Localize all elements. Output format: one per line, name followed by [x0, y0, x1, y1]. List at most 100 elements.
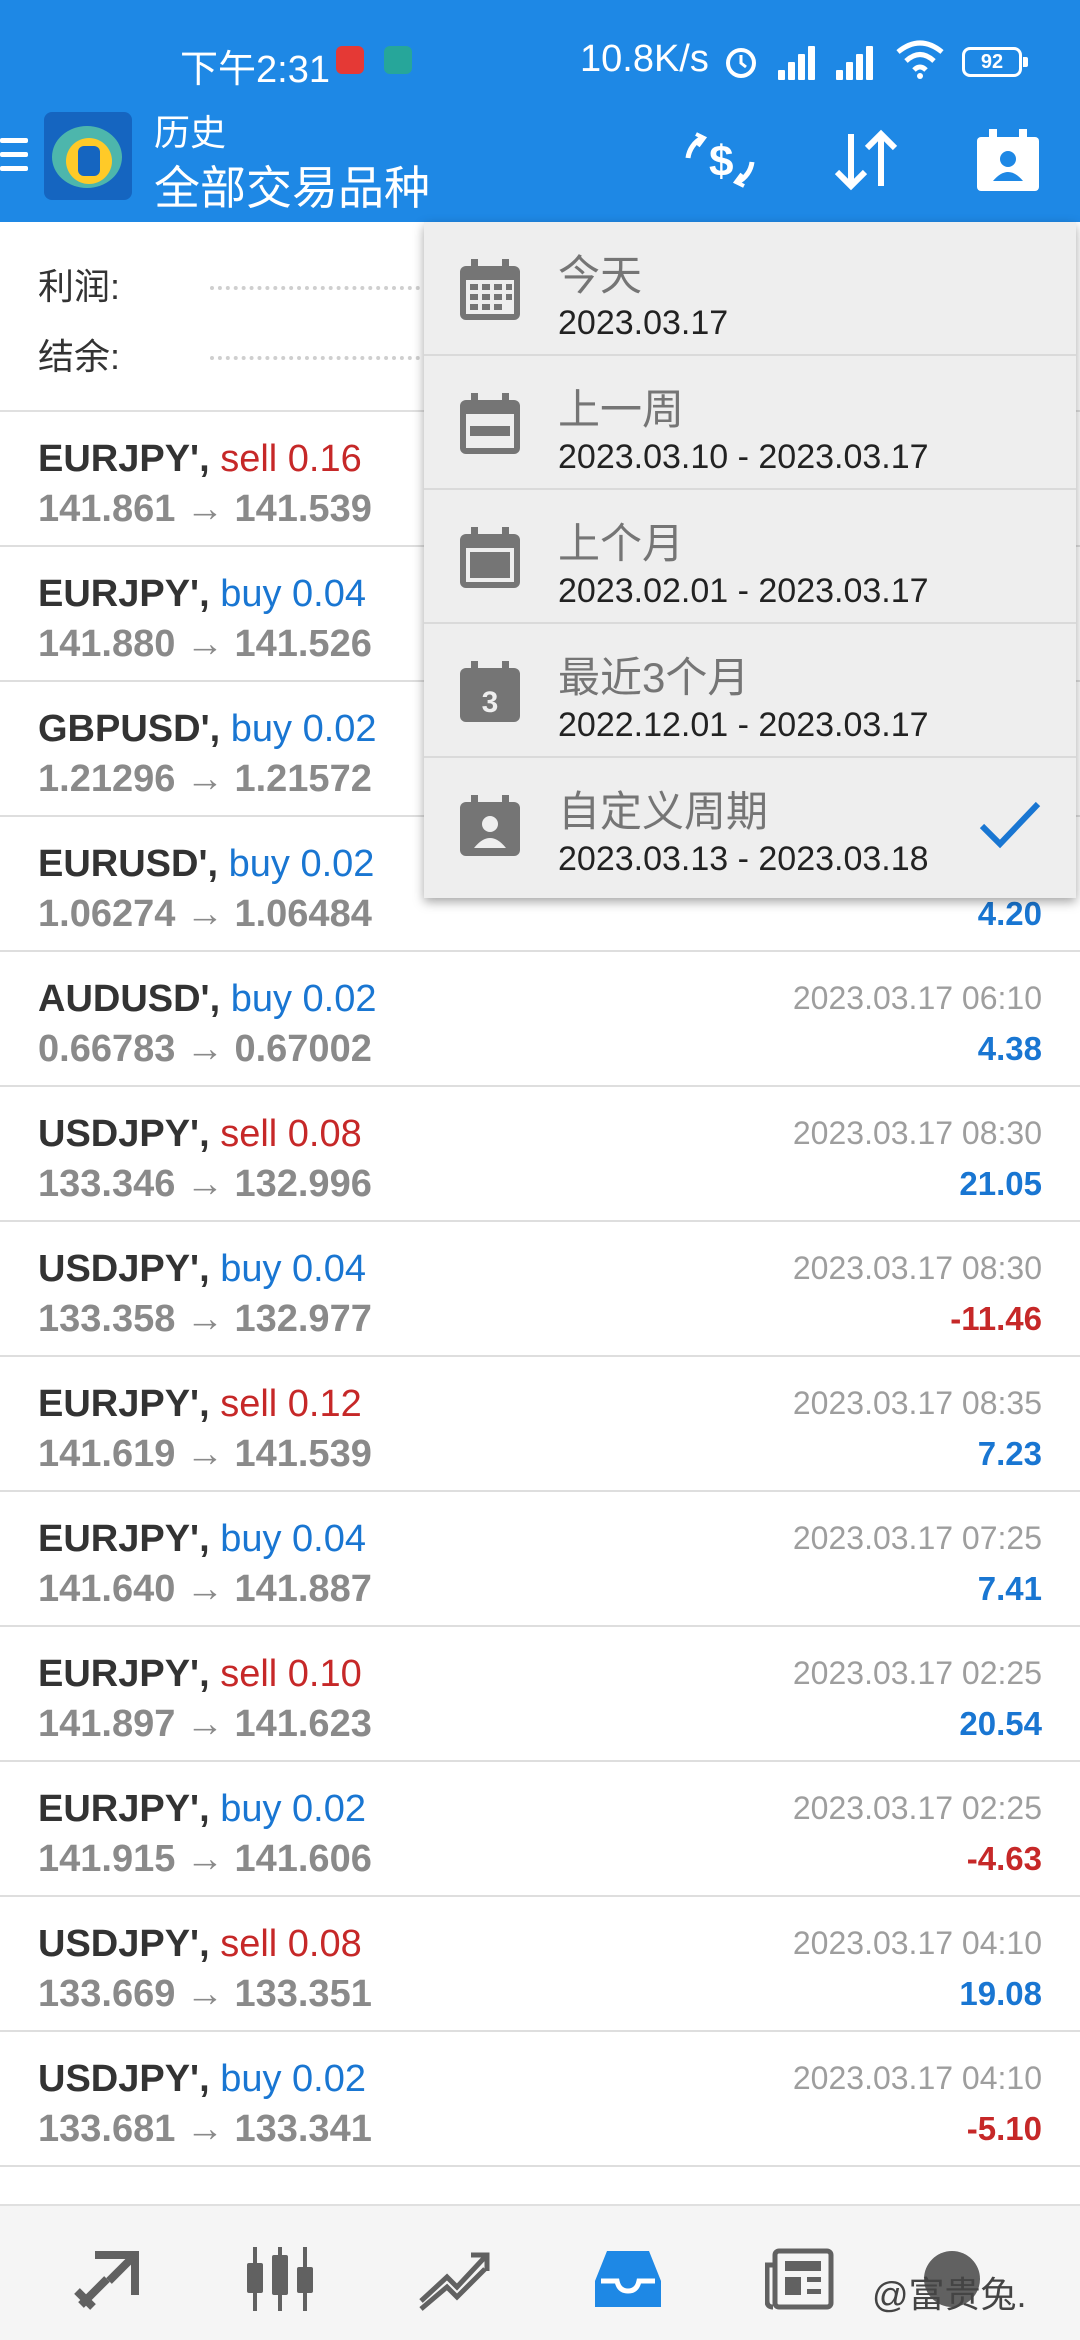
- period-label: 自定义周期: [558, 788, 769, 835]
- balance-value-placeholder: [210, 356, 420, 360]
- deal-profit: 20.54: [959, 1705, 1042, 1742]
- deal-row[interactable]: EURJPY', buy 0.02 141.915 → 141.606 2023.0…: [0, 1762, 1080, 1897]
- chart-icon: [247, 2247, 313, 2311]
- deal-row[interactable]: USDJPY', sell 0.08 133.669 → 133.351 2023.…: [0, 1897, 1080, 2032]
- header-title[interactable]: 全部交易品种: [154, 152, 430, 218]
- deal-side-volume: sell 0.10: [220, 1653, 362, 1695]
- deal-row[interactable]: EURJPY', buy 0.04 141.640 → 141.887 2023.0…: [0, 1492, 1080, 1627]
- deal-side-volume: buy 0.04: [220, 1518, 367, 1560]
- symbol-name: USDJPY': [38, 2058, 200, 2100]
- symbol-name: USDJPY': [38, 1923, 200, 1965]
- deal-side-volume: sell 0.08: [220, 1113, 362, 1155]
- deal-row[interactable]: USDJPY', sell 0.08 133.346 → 132.996 2023.…: [0, 1087, 1080, 1222]
- period-item-custom[interactable]: 自定义周期 2023.03.13 - 2023.03.18: [424, 758, 1076, 892]
- svg-text:$: $: [709, 137, 733, 186]
- deal-time: 2023.03.17 04:10: [792, 1925, 1042, 1961]
- period-item-last-month[interactable]: 上个月 2023.02.01 - 2023.03.17: [424, 490, 1076, 624]
- deal-prices: 141.915 → 141.606: [38, 1838, 372, 1880]
- deal-symbol: USDJPY', buy 0.02: [38, 2058, 367, 2100]
- calendar-grid-icon: [460, 259, 520, 320]
- alarm-icon: [726, 48, 756, 78]
- deal-symbol: EURUSD', buy 0.02: [38, 843, 375, 885]
- menu-icon[interactable]: [0, 138, 28, 178]
- deal-profit: 21.05: [959, 1165, 1042, 1202]
- quotes-icon: [74, 2251, 139, 2310]
- period-range: 2023.03.17: [558, 304, 729, 342]
- sort-arrows-icon: [834, 129, 898, 191]
- deal-side-volume: sell 0.12: [220, 1383, 362, 1425]
- symbol-name: USDJPY': [38, 1113, 200, 1155]
- deal-symbol: EURJPY', sell 0.16: [38, 438, 362, 480]
- deal-symbol: GBPUSD', buy 0.02: [38, 708, 377, 750]
- deal-prices: 133.681 → 133.341: [38, 2108, 372, 2150]
- period-label: 今天: [558, 252, 643, 299]
- symbol-name: EURJPY': [38, 438, 200, 480]
- deal-row[interactable]: EURJPY', sell 0.12 141.619 → 141.539 2023.…: [0, 1357, 1080, 1492]
- period-menu: 今天 2023.03.17 上一周 2023.03.10 - 2023.03.1…: [424, 222, 1076, 898]
- profit-label: 利润:: [38, 266, 121, 307]
- deal-prices: 141.640 → 141.887: [38, 1568, 372, 1610]
- deal-row[interactable]: EURJPY', sell 0.10 141.897 → 141.623 2023.…: [0, 1627, 1080, 1762]
- status-time: 下午2:31: [180, 49, 330, 91]
- deal-time: 2023.03.17 08:30: [792, 1115, 1042, 1151]
- period-button[interactable]: [968, 120, 1048, 200]
- symbol-name: AUDUSD': [38, 978, 210, 1020]
- deal-symbol: EURJPY', sell 0.10: [38, 1653, 362, 1695]
- deal-row[interactable]: USDJPY', buy 0.04 133.358 → 132.977 2023.0…: [0, 1222, 1080, 1357]
- deal-row[interactable]: USDJPY', buy 0.02 133.681 → 133.341 2023.0…: [0, 2032, 1080, 2167]
- deal-side-volume: sell 0.16: [220, 438, 362, 480]
- deal-prices: 1.06274 → 1.06484: [38, 893, 372, 935]
- symbol-name: EURJPY': [38, 1653, 200, 1695]
- deal-prices: 133.346 → 132.996: [38, 1163, 372, 1205]
- deal-prices: 133.358 → 132.977: [38, 1298, 372, 1340]
- nav-news[interactable]: [760, 2244, 840, 2314]
- balance-label: 结余:: [38, 336, 121, 377]
- deal-symbol: USDJPY', buy 0.04: [38, 1248, 367, 1290]
- trade-icon: [419, 2252, 490, 2311]
- deal-symbol: EURJPY', sell 0.12: [38, 1383, 362, 1425]
- calendar-3-icon: 3: [460, 661, 520, 722]
- deal-row[interactable]: AUDUSD', buy 0.02 0.66783 → 0.67002 2023.0…: [0, 952, 1080, 1087]
- nav-trade[interactable]: [414, 2244, 494, 2314]
- deal-time: 2023.03.17 06:10: [792, 980, 1042, 1016]
- symbol-filter-button[interactable]: $: [680, 120, 760, 200]
- deal-profit: -11.46: [950, 1300, 1042, 1337]
- deal-profit: 4.20: [977, 895, 1042, 932]
- deal-prices: 141.861 → 141.539: [38, 488, 372, 530]
- symbol-name: EURJPY': [38, 1518, 200, 1560]
- deal-prices: 141.897 → 141.623: [38, 1703, 372, 1745]
- notification-app-icon: [336, 46, 364, 74]
- deal-prices: 0.66783 → 0.67002: [38, 1028, 372, 1070]
- nav-history[interactable]: [588, 2244, 668, 2314]
- calendar-week-icon: [460, 393, 520, 454]
- deal-side-volume: buy 0.02: [230, 978, 377, 1020]
- calendar-custom-icon: [460, 795, 520, 856]
- deal-time: 2023.03.17 02:25: [792, 1790, 1042, 1826]
- deal-time: 2023.03.17 04:10: [792, 2060, 1042, 2096]
- sort-button[interactable]: [826, 120, 906, 200]
- deal-time: 2023.03.17 07:25: [792, 1520, 1042, 1556]
- signal-2-icon: [836, 42, 880, 80]
- symbol-name: EURJPY': [38, 573, 200, 615]
- nav-quotes[interactable]: [68, 2244, 148, 2314]
- period-range: 2022.12.01 - 2023.03.17: [558, 706, 929, 744]
- calendar-badge: 3: [482, 686, 499, 719]
- symbol-name: EURJPY': [38, 1383, 200, 1425]
- period-label: 上个月: [558, 520, 685, 567]
- deal-symbol: EURJPY', buy 0.04: [38, 573, 367, 615]
- period-item-last-3-months[interactable]: 3 最近3个月 2022.12.01 - 2023.03.17: [424, 624, 1076, 758]
- calendar-person-icon: [977, 129, 1039, 191]
- deal-symbol: AUDUSD', buy 0.02: [38, 978, 377, 1020]
- period-item-last-week[interactable]: 上一周 2023.03.10 - 2023.03.17: [424, 356, 1076, 490]
- app-bar: 下午2:31 10.8K/s 92 历史 全部交易品种 $: [0, 0, 1080, 222]
- period-range: 2023.03.13 - 2023.03.18: [558, 840, 929, 878]
- deal-profit: -4.63: [966, 1840, 1042, 1877]
- deal-time: 2023.03.17 08:35: [792, 1385, 1042, 1421]
- deal-profit: 19.08: [959, 1975, 1042, 2012]
- nav-chart[interactable]: [240, 2244, 320, 2314]
- news-icon: [765, 2248, 834, 2310]
- period-item-today[interactable]: 今天 2023.03.17: [424, 222, 1076, 356]
- period-label: 上一周: [558, 386, 685, 433]
- deal-profit: 4.38: [977, 1030, 1042, 1067]
- symbol-name: EURJPY': [38, 1788, 200, 1830]
